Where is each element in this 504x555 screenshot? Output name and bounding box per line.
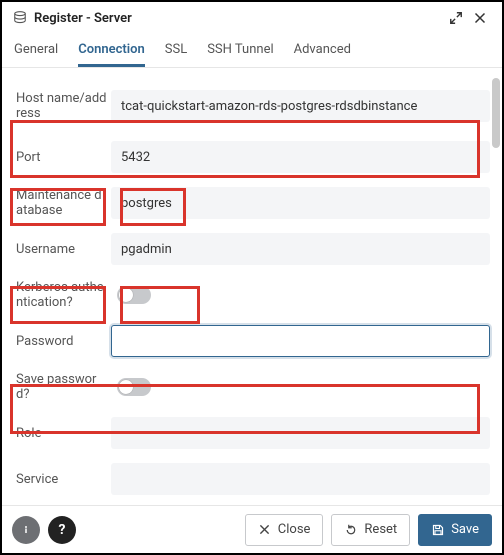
help-button[interactable]: ? bbox=[48, 516, 76, 544]
password-field[interactable] bbox=[122, 333, 479, 350]
value-port: 5432 bbox=[121, 150, 150, 165]
input-maintdb[interactable]: postgres bbox=[111, 187, 490, 219]
input-service[interactable] bbox=[111, 463, 490, 495]
label-kerberos: Kerberos authentication? bbox=[16, 280, 111, 310]
label-role: Role bbox=[16, 426, 111, 441]
row-savepass: Save password? bbox=[12, 364, 494, 410]
reset-button[interactable]: Reset bbox=[331, 514, 410, 546]
input-password[interactable] bbox=[111, 325, 490, 357]
tab-general[interactable]: General bbox=[14, 34, 58, 67]
close-icon bbox=[258, 523, 272, 537]
reset-icon bbox=[344, 523, 358, 537]
input-host[interactable]: tcat-quickstart-amazon-rds-postgres-rdsd… bbox=[111, 90, 490, 122]
label-savepass: Save password? bbox=[16, 372, 111, 402]
toggle-kerberos[interactable] bbox=[117, 286, 151, 304]
label-username: Username bbox=[16, 242, 111, 257]
tab-connection[interactable]: Connection bbox=[78, 34, 145, 67]
value-host: tcat-quickstart-amazon-rds-postgres-rdsd… bbox=[121, 99, 417, 114]
footer: ? Close Reset Save bbox=[2, 505, 502, 553]
value-username: pgadmin bbox=[121, 242, 172, 257]
form-body: Host name/address tcat-quickstart-amazon… bbox=[2, 68, 502, 505]
scrollbar[interactable] bbox=[492, 78, 500, 148]
row-port: Port 5432 bbox=[12, 134, 494, 180]
input-username[interactable]: pgadmin bbox=[111, 233, 490, 265]
close-label: Close bbox=[278, 522, 311, 537]
close-dialog-icon[interactable] bbox=[468, 6, 492, 30]
row-host: Host name/address tcat-quickstart-amazon… bbox=[12, 78, 494, 134]
tab-ssl[interactable]: SSL bbox=[165, 34, 187, 67]
reset-label: Reset bbox=[364, 522, 397, 537]
value-maintdb: postgres bbox=[121, 196, 172, 211]
titlebar: Register - Server bbox=[2, 2, 502, 34]
input-role[interactable] bbox=[111, 417, 490, 449]
save-label: Save bbox=[451, 522, 479, 537]
register-server-dialog: Register - Server General Connection SSL… bbox=[0, 0, 504, 555]
tab-advanced[interactable]: Advanced bbox=[294, 34, 351, 67]
dialog-title: Register - Server bbox=[34, 11, 444, 26]
row-username: Username pgadmin bbox=[12, 226, 494, 272]
row-service: Service bbox=[12, 456, 494, 502]
tab-ssh-tunnel[interactable]: SSH Tunnel bbox=[207, 34, 273, 67]
info-button[interactable] bbox=[12, 516, 40, 544]
label-password: Password bbox=[16, 334, 111, 349]
expand-icon[interactable] bbox=[444, 6, 468, 30]
input-port[interactable]: 5432 bbox=[111, 141, 490, 173]
save-icon bbox=[431, 523, 445, 537]
row-kerberos: Kerberos authentication? bbox=[12, 272, 494, 318]
database-icon bbox=[12, 11, 28, 25]
row-maintdb: Maintenance database postgres bbox=[12, 180, 494, 226]
label-host: Host name/address bbox=[16, 91, 111, 121]
label-maintdb: Maintenance database bbox=[16, 188, 111, 218]
tabs: General Connection SSL SSH Tunnel Advanc… bbox=[2, 34, 502, 68]
close-button[interactable]: Close bbox=[245, 514, 324, 546]
row-role: Role bbox=[12, 410, 494, 456]
save-button[interactable]: Save bbox=[418, 514, 492, 546]
toggle-savepass[interactable] bbox=[117, 378, 151, 396]
label-port: Port bbox=[16, 150, 111, 165]
label-service: Service bbox=[16, 472, 111, 487]
row-password: Password bbox=[12, 318, 494, 364]
